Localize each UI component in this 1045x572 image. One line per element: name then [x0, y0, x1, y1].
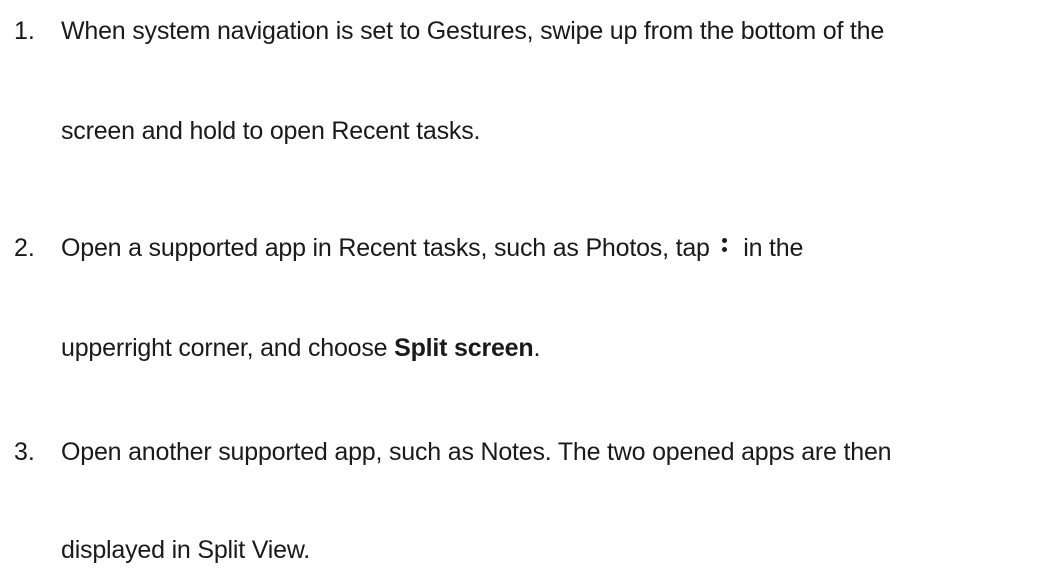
step-text: Open another supported app, such as Note…: [61, 438, 892, 466]
step-text-part: in the: [743, 234, 804, 262]
step-number: 1.: [14, 17, 35, 45]
step-text: screen and hold to open Recent tasks.: [61, 117, 481, 145]
step-text: When system navigation is set to Gesture…: [61, 17, 885, 45]
step-text: upperright corner, and choose Split scre…: [61, 333, 540, 363]
step-text: displayed in Split View.: [61, 536, 311, 564]
more-vertical-icon: [718, 236, 732, 258]
step-text-part: upperright corner, and choose: [61, 334, 395, 362]
instruction-steps: 1. When system navigation is set to Gest…: [0, 0, 1045, 572]
step-number: 2.: [14, 234, 35, 262]
step-text: Open a supported app in Recent tasks, su…: [61, 233, 803, 263]
step-text-part: .: [533, 334, 541, 362]
step-number: 3.: [14, 438, 35, 466]
split-screen-label: Split screen: [394, 334, 534, 362]
step-text-part: Open a supported app in Recent tasks, su…: [61, 234, 710, 262]
